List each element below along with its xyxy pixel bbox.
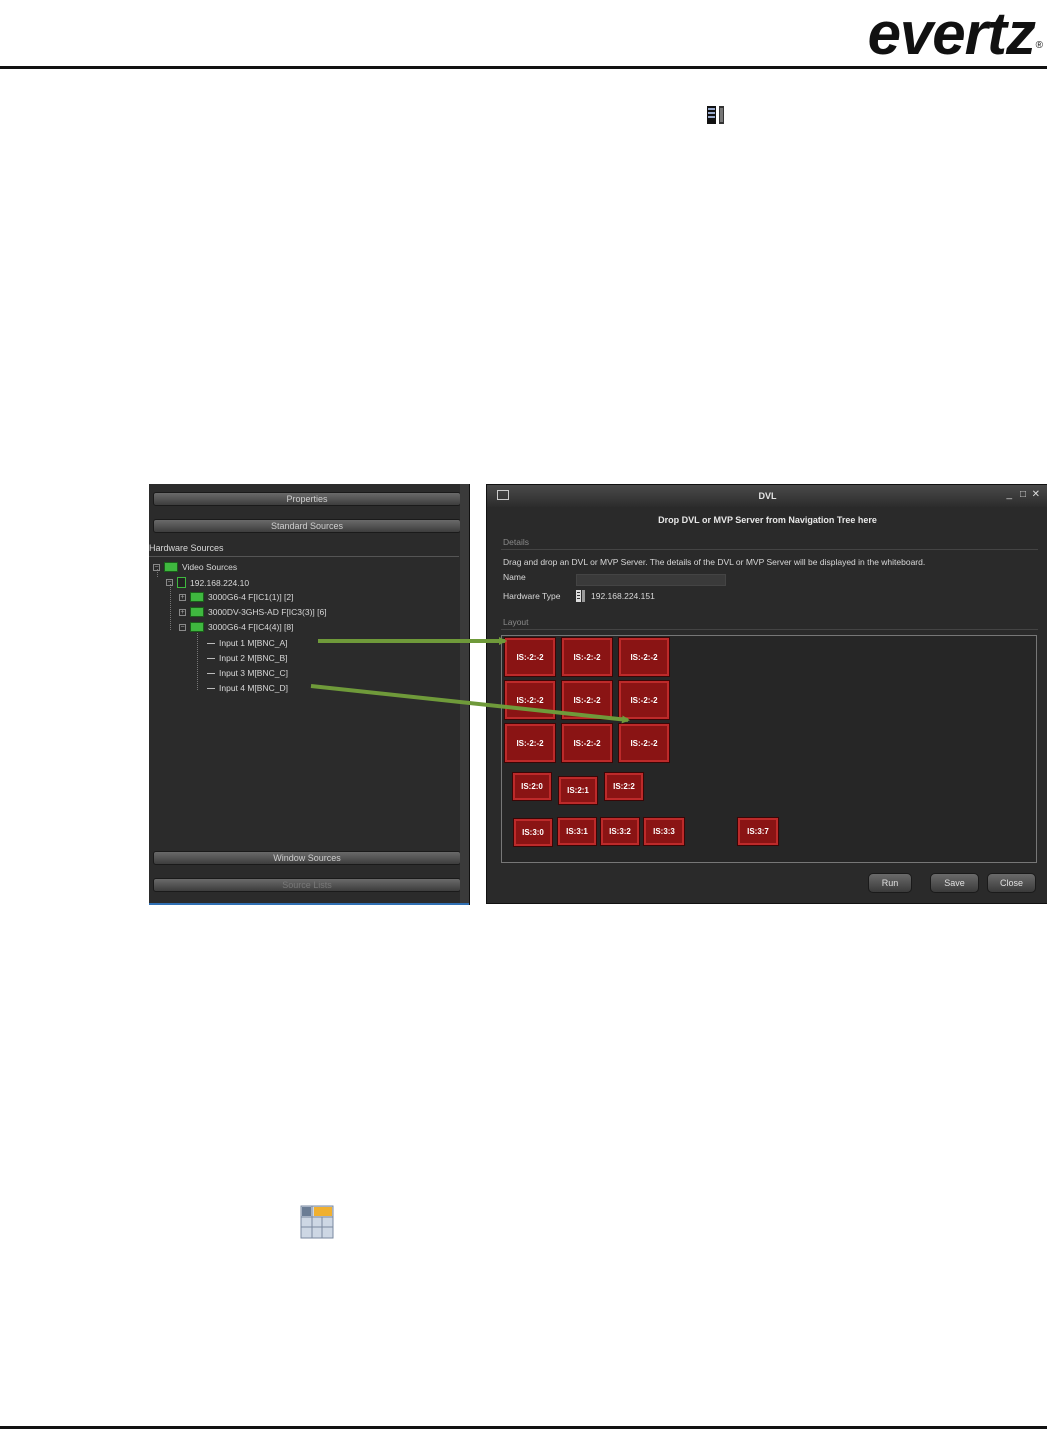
- panel-bottom-border: [149, 903, 469, 905]
- divider: [149, 556, 459, 557]
- dvl-hardware-icon: [707, 106, 724, 124]
- card-icon: [190, 592, 204, 602]
- tree-item-label: 3000G6-4 F[IC1(1)] [2]: [208, 592, 294, 602]
- tree-item-label: Video Sources: [182, 562, 238, 572]
- layout-tile[interactable]: IS:3:1: [558, 818, 596, 845]
- drop-target-banner[interactable]: Drop DVL or MVP Server from Navigation T…: [487, 515, 1047, 525]
- layout-tile[interactable]: IS:-2:-2: [562, 681, 612, 719]
- layout-section-label: Layout: [503, 617, 529, 627]
- dvl-dialog: DVL _ □ ✕ Drop DVL or MVP Server from Na…: [486, 484, 1047, 904]
- tree-item-input-1[interactable]: Input 1 M[BNC_A]: [207, 638, 288, 648]
- hardware-sources-label: Hardware Sources: [149, 543, 224, 553]
- tree-item-label: Input 4 M[BNC_D]: [219, 683, 288, 693]
- layout-tile[interactable]: IS:3:7: [738, 818, 778, 845]
- tree-item-card-3[interactable]: + 3000DV-3GHS-AD F[IC3(3)] [6]: [179, 607, 327, 617]
- registered-mark: ®: [1035, 40, 1043, 51]
- expand-icon[interactable]: +: [179, 608, 186, 616]
- footer-rule: [0, 1426, 1047, 1429]
- details-section-label: Details: [503, 537, 529, 547]
- server-icon: [177, 577, 186, 588]
- maximize-icon[interactable]: □: [1020, 490, 1026, 500]
- tree-item-card-1[interactable]: + 3000G6-4 F[IC1(1)] [2]: [179, 592, 294, 602]
- layout-tile[interactable]: IS:-2:-2: [619, 724, 669, 762]
- card-icon: [190, 622, 204, 632]
- dvl-hardware-icon: [576, 590, 585, 602]
- dialog-title: DVL: [758, 491, 777, 501]
- source-lists-bar[interactable]: Source Lists: [153, 878, 461, 892]
- input-arrow-icon: [207, 642, 215, 644]
- collapse-icon[interactable]: −: [166, 579, 173, 586]
- details-text: Drag and drop an DVL or MVP Server. The …: [503, 557, 926, 567]
- properties-bar[interactable]: Properties: [153, 492, 461, 506]
- tree-item-video-sources[interactable]: − Video Sources: [153, 562, 237, 572]
- window-sources-bar[interactable]: Window Sources: [153, 851, 461, 865]
- layout-tile[interactable]: IS:2:2: [605, 773, 643, 800]
- hardware-type-label: Hardware Type: [503, 591, 561, 601]
- standard-sources-bar[interactable]: Standard Sources: [153, 519, 461, 533]
- layout-tile[interactable]: IS:-2:-2: [562, 638, 612, 676]
- minimize-icon[interactable]: _: [1006, 490, 1012, 500]
- evertz-logo: evertz: [867, 0, 1036, 67]
- tree-item-input-3[interactable]: Input 3 M[BNC_C]: [207, 668, 288, 678]
- layout-tile[interactable]: IS:-2:-2: [619, 638, 669, 676]
- name-label: Name: [503, 572, 526, 582]
- layout-tile[interactable]: IS:-2:-2: [505, 724, 555, 762]
- layout-editor-icon: [300, 1205, 334, 1239]
- layout-tile[interactable]: IS:-2:-2: [619, 681, 669, 719]
- tree-item-label: 3000DV-3GHS-AD F[IC3(3)] [6]: [208, 607, 327, 617]
- tree-item-input-4[interactable]: Input 4 M[BNC_D]: [207, 683, 288, 693]
- save-button[interactable]: Save: [930, 873, 979, 893]
- layout-tile[interactable]: IS:3:2: [601, 818, 639, 845]
- collapse-icon[interactable]: −: [153, 563, 160, 571]
- divider: [501, 549, 1038, 550]
- close-button[interactable]: Close: [987, 873, 1036, 893]
- tree-item-label: 3000G6-4 F[IC4(4)] [8]: [208, 622, 294, 632]
- dialog-titlebar[interactable]: DVL _ □ ✕: [487, 485, 1047, 507]
- run-button[interactable]: Run: [868, 873, 912, 893]
- layout-tile[interactable]: IS:2:1: [559, 777, 597, 804]
- tree-item-label: Input 3 M[BNC_C]: [219, 668, 288, 678]
- input-arrow-icon: [207, 672, 215, 674]
- tree-line: [170, 584, 171, 630]
- close-icon[interactable]: ✕: [1032, 490, 1040, 500]
- card-icon: [164, 562, 178, 572]
- tree-item-label: Input 1 M[BNC_A]: [219, 638, 288, 648]
- tree-item-label: 192.168.224.10: [190, 577, 250, 588]
- layout-tile[interactable]: IS:-2:-2: [562, 724, 612, 762]
- divider: [501, 629, 1038, 630]
- layout-tile[interactable]: IS:3:0: [514, 819, 552, 846]
- layout-tile[interactable]: IS:3:3: [644, 818, 684, 845]
- layout-tile[interactable]: IS:2:0: [513, 773, 551, 800]
- navigation-panel: Properties Standard Sources Hardware Sou…: [149, 484, 470, 905]
- collapse-icon[interactable]: −: [179, 623, 186, 631]
- tree-item-label: Input 2 M[BNC_B]: [219, 653, 288, 663]
- input-arrow-icon: [207, 657, 215, 659]
- layout-whiteboard[interactable]: IS:-2:-2 IS:-2:-2 IS:-2:-2 IS:-2:-2 IS:-…: [501, 635, 1037, 863]
- header-rule: [0, 66, 1047, 69]
- name-field[interactable]: [576, 574, 726, 586]
- card-icon: [190, 607, 204, 617]
- scrollbar[interactable]: [460, 484, 469, 905]
- layout-tile[interactable]: IS:-2:-2: [505, 638, 555, 676]
- tree-line: [197, 630, 198, 690]
- hardware-type-value: 192.168.224.151: [591, 591, 655, 601]
- layout-tile[interactable]: IS:-2:-2: [505, 681, 555, 719]
- expand-icon[interactable]: +: [179, 593, 186, 601]
- input-arrow-icon: [207, 687, 215, 689]
- tree-item-card-4[interactable]: − 3000G6-4 F[IC4(4)] [8]: [179, 622, 294, 632]
- tree-item-server[interactable]: − 192.168.224.10: [166, 577, 249, 588]
- tree-item-input-2[interactable]: Input 2 M[BNC_B]: [207, 653, 288, 663]
